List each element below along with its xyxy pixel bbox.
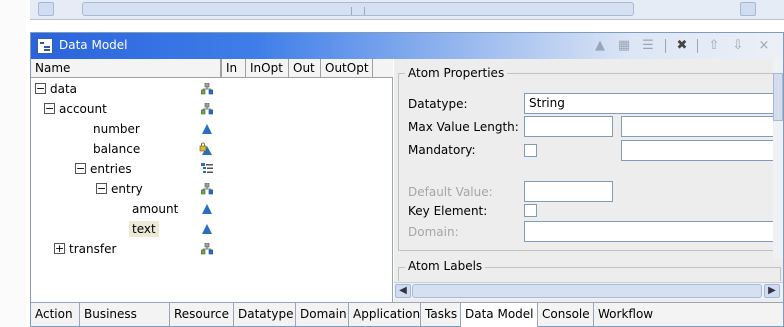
atom-icon — [202, 224, 212, 234]
tree-row-label: account — [59, 102, 107, 116]
domain-label: Domain: — [408, 225, 459, 239]
tree-row-transfer[interactable]: + transfer — [31, 239, 231, 259]
tree-view-icon[interactable]: ☰ — [639, 37, 657, 55]
scroll-right-button[interactable]: ▶ — [764, 284, 780, 298]
tree-row-amount[interactable]: amount — [31, 199, 231, 219]
tree-row-text[interactable]: text — [31, 219, 231, 239]
column-name[interactable]: Name — [31, 59, 221, 78]
tab-application[interactable]: Application — [348, 303, 420, 327]
tab-business-logic[interactable]: Business Logic — [79, 303, 169, 327]
collapse-icon[interactable]: − — [96, 183, 107, 194]
move-up-icon[interactable]: ⇧ — [705, 37, 723, 55]
collapse-icon[interactable]: − — [75, 163, 86, 174]
triangle-icon[interactable]: ▲ — [591, 37, 609, 55]
key-element-checkbox[interactable] — [524, 204, 537, 217]
tab-resource[interactable]: Resource — [169, 303, 233, 327]
panel-title: Data Model — [59, 38, 128, 52]
tree-header: Name In InOpt Out OutOpt — [31, 59, 393, 78]
tree-row-number[interactable]: number — [31, 119, 231, 139]
column-out[interactable]: Out — [289, 59, 321, 78]
move-down-icon[interactable]: ⇩ — [729, 37, 747, 55]
group-node-icon — [201, 103, 213, 115]
tree-row-account[interactable]: − account — [31, 99, 231, 119]
tree-row-label: balance — [93, 142, 141, 156]
tree-row-label: entries — [90, 162, 132, 176]
list-node-icon — [201, 163, 213, 173]
atom-properties-pane: Atom Properties Datatype: String Max Val… — [394, 59, 783, 302]
group-node-icon — [201, 183, 213, 195]
max-value-length-label: Max Value Length: — [408, 120, 519, 134]
tree-row-entries[interactable]: − entries — [31, 159, 231, 179]
tab-datatype[interactable]: Datatype — [233, 303, 295, 327]
scroll-left-button[interactable]: ◀ — [395, 284, 411, 298]
mandatory-label: Mandatory: — [408, 143, 476, 157]
scroll-right-button[interactable] — [740, 2, 756, 16]
datatype-field[interactable]: String — [524, 93, 783, 114]
panel-titlebar: Data Model ▲ ▦ ☰ ✖ ⇧ ⇩ × — [31, 33, 783, 59]
tree-row-label: data — [50, 82, 78, 96]
bottom-tab-strip: Action Business Logic Resource Datatype … — [31, 302, 783, 327]
tab-console[interactable]: Console — [537, 303, 593, 327]
group-node-icon — [201, 83, 213, 95]
default-value-label: Default Value: — [408, 185, 493, 199]
tree-row-balance[interactable]: balance — [31, 139, 231, 159]
horizontal-scroll-thumb[interactable] — [412, 284, 762, 298]
properties-horizontal-scrollbar[interactable]: ◀ ▶ — [394, 282, 783, 299]
tab-data-model[interactable]: Data Model — [460, 303, 537, 327]
data-model-panel: Data Model ▲ ▦ ☰ ✖ ⇧ ⇩ × Name In InOpt O… — [30, 32, 784, 327]
tab-domain[interactable]: Domain — [295, 303, 348, 327]
properties-vertical-scrollbar[interactable] — [773, 59, 783, 259]
tab-tasks[interactable]: Tasks — [420, 303, 460, 327]
close-icon[interactable]: × — [755, 37, 773, 55]
top-horizontal-scrollbar[interactable] — [30, 0, 784, 20]
max-value-length-secondary-field[interactable] — [621, 116, 783, 137]
tree-row-entry[interactable]: − entry — [31, 179, 231, 199]
tab-action[interactable]: Action — [31, 303, 79, 327]
tree-row-label: text — [129, 221, 159, 237]
atom-icon — [202, 124, 212, 134]
domain-field[interactable] — [524, 221, 783, 242]
tab-workflow[interactable]: Workflow — [593, 303, 663, 327]
left-margin — [0, 0, 26, 327]
atom-labels-title: Atom Labels — [405, 259, 486, 273]
column-in[interactable]: In — [221, 59, 246, 78]
scroll-left-button[interactable] — [38, 2, 54, 16]
datatype-label: Datatype: — [408, 97, 468, 111]
atom-properties-title: Atom Properties — [405, 66, 508, 80]
tree-row-label: amount — [132, 202, 179, 216]
collapse-icon[interactable]: − — [44, 103, 55, 114]
tree-row-label: entry — [111, 182, 143, 196]
key-element-label: Key Element: — [408, 204, 488, 218]
tree-row-data[interactable]: − data — [31, 79, 231, 99]
default-value-field[interactable] — [524, 181, 613, 202]
column-inopt[interactable]: InOpt — [246, 59, 289, 78]
hierarchy-icon[interactable]: ▦ — [615, 37, 633, 55]
data-model-icon — [37, 38, 53, 54]
tree-row-label: transfer — [69, 242, 117, 256]
max-value-length-field[interactable] — [524, 116, 613, 137]
locked-atom-icon — [199, 142, 212, 155]
column-outopt[interactable]: OutOpt — [321, 59, 373, 78]
vertical-scroll-thumb[interactable] — [773, 73, 783, 121]
expand-icon[interactable]: + — [54, 243, 65, 254]
group-node-icon — [201, 243, 213, 255]
mandatory-checkbox[interactable] — [524, 144, 537, 157]
collapse-icon[interactable]: − — [35, 83, 46, 94]
scroll-thumb[interactable] — [82, 2, 634, 16]
delete-icon[interactable]: ✖ — [673, 37, 691, 55]
data-model-tree[interactable]: Name In InOpt Out OutOpt − data − accoun… — [31, 59, 393, 302]
tree-row-label: number — [93, 122, 140, 136]
mandatory-secondary-field[interactable] — [621, 140, 783, 161]
atom-icon — [202, 204, 212, 214]
